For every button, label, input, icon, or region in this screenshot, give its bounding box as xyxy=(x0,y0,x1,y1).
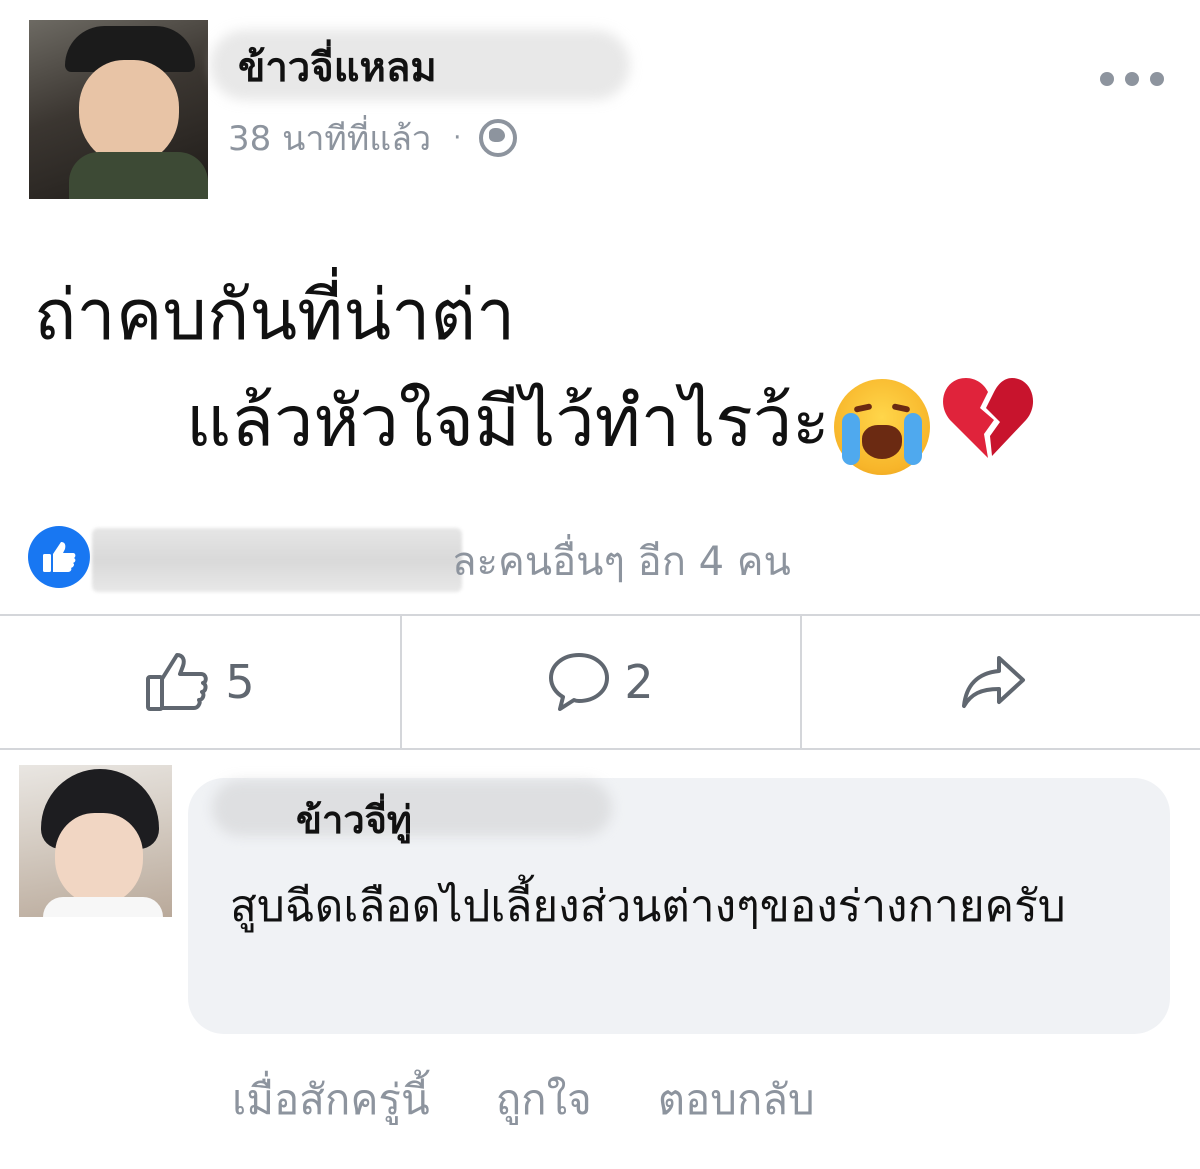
comment-button[interactable]: 2 xyxy=(402,616,800,748)
meta-separator: · xyxy=(453,123,462,153)
comment-bubble-icon xyxy=(549,653,610,711)
reactions-summary[interactable]: ละคนอื่นๆ อีก 4 คน xyxy=(452,534,791,590)
post-meta: 38 นาทีที่แล้ว · xyxy=(228,116,518,160)
share-icon xyxy=(962,656,1025,708)
poster-avatar[interactable] xyxy=(29,20,208,199)
like-count: 5 xyxy=(225,655,255,709)
post-text-line-2: แล้วหัวใจมีไว้ทำไรว้ะ xyxy=(186,372,1036,481)
commenter-avatar[interactable] xyxy=(19,765,172,917)
comment-reply-link[interactable]: ตอบกลับ xyxy=(658,1070,815,1130)
post-text-line-2-text: แล้วหัวใจมีไว้ทำไรว้ะ xyxy=(186,380,830,463)
thumbs-up-icon xyxy=(146,653,209,711)
like-icon[interactable] xyxy=(28,526,90,588)
loudly-crying-face-icon xyxy=(833,378,930,475)
post-timestamp[interactable]: 38 นาทีที่แล้ว xyxy=(228,111,431,165)
more-options-button[interactable] xyxy=(1100,64,1164,94)
redacted-names xyxy=(92,528,462,592)
globe-icon xyxy=(479,119,518,157)
comment-actions: เมื่อสักครู่นี้ ถูกใจ ตอบกลับ xyxy=(232,1070,881,1130)
avatar-face-shape xyxy=(55,813,143,905)
dot-icon xyxy=(1100,72,1114,86)
commenter-name[interactable]: ข้าวจี่ทู่ xyxy=(296,794,412,846)
comment-count: 2 xyxy=(624,655,654,709)
dot-icon xyxy=(1150,72,1164,86)
broken-heart-icon xyxy=(940,372,1036,481)
dot-icon xyxy=(1125,72,1139,86)
avatar-face-shape xyxy=(79,60,179,165)
share-button[interactable] xyxy=(802,616,1200,748)
comment-text: สูบฉีดเลือดไปเลี้ยงส่วนต่างๆของร่างกายคร… xyxy=(230,881,1066,932)
like-button[interactable]: 5 xyxy=(0,616,400,748)
avatar-shirt-shape xyxy=(69,152,208,199)
comment-like-link[interactable]: ถูกใจ xyxy=(496,1070,592,1130)
comment-timestamp[interactable]: เมื่อสักครู่นี้ xyxy=(232,1070,430,1130)
poster-name[interactable]: ข้าวจี่แหลม xyxy=(238,42,437,94)
divider-bottom xyxy=(0,748,1200,750)
avatar-shirt-shape xyxy=(43,897,163,917)
post-text-line-1: ถ่าคบกันที่น่าต่า xyxy=(34,274,516,356)
